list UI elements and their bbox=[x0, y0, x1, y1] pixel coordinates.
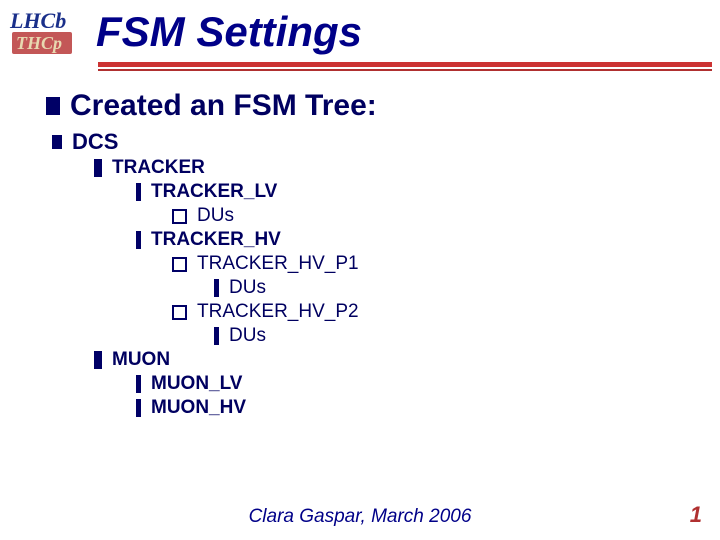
tree-node-tracker-lv-dus: DUs bbox=[46, 205, 720, 227]
bullet-icon bbox=[136, 231, 141, 249]
heading-created-fsm-tree: Created an FSM Tree: bbox=[46, 89, 720, 123]
tree-node-tracker-hv-p2-dus: DUs bbox=[46, 325, 720, 347]
tree-label: TRACKER_LV bbox=[151, 181, 277, 203]
heading-text: Created an FSM Tree: bbox=[70, 89, 377, 123]
bullet-icon bbox=[214, 279, 219, 297]
bullet-icon bbox=[94, 351, 102, 369]
lhcb-logo: LHCb THCp bbox=[8, 6, 86, 58]
tree-node-dcs: DCS bbox=[46, 129, 720, 155]
tree-label: MUON_LV bbox=[151, 373, 242, 395]
bullet-icon bbox=[52, 135, 62, 149]
tree-node-tracker-hv-p1: TRACKER_HV_P1 bbox=[46, 253, 720, 275]
tree-label: DCS bbox=[72, 129, 118, 155]
tree-label: DUs bbox=[197, 205, 234, 227]
bullet-icon bbox=[46, 97, 60, 115]
bullet-icon bbox=[172, 257, 187, 272]
tree-label: TRACKER bbox=[112, 157, 205, 179]
bullet-icon bbox=[136, 375, 141, 393]
tree-label: TRACKER_HV bbox=[151, 229, 281, 251]
page-number: 1 bbox=[690, 502, 702, 528]
logo-top-text: LHCb bbox=[9, 8, 66, 33]
footer-author-date: Clara Gaspar, March 2006 bbox=[0, 506, 720, 528]
tree-node-tracker: TRACKER bbox=[46, 157, 720, 179]
tree-node-tracker-hv-p2: TRACKER_HV_P2 bbox=[46, 301, 720, 323]
title-row: LHCb THCp FSM Settings bbox=[0, 0, 720, 58]
slide: LHCb THCp FSM Settings Created an FSM Tr… bbox=[0, 0, 720, 540]
bullet-icon bbox=[136, 183, 141, 201]
tree-label: DUs bbox=[229, 277, 266, 299]
logo-sub-text: THCp bbox=[16, 33, 62, 53]
bullet-icon bbox=[172, 209, 187, 224]
tree-label: TRACKER_HV_P1 bbox=[197, 253, 359, 275]
tree-node-tracker-lv: TRACKER_LV bbox=[46, 181, 720, 203]
slide-title: FSM Settings bbox=[96, 8, 362, 56]
tree-node-muon-lv: MUON_LV bbox=[46, 373, 720, 395]
tree-node-tracker-hv: TRACKER_HV bbox=[46, 229, 720, 251]
tree-label: MUON_HV bbox=[151, 397, 246, 419]
bullet-icon bbox=[214, 327, 219, 345]
tree-node-muon-hv: MUON_HV bbox=[46, 397, 720, 419]
tree-label: MUON bbox=[112, 349, 170, 371]
content: Created an FSM Tree: DCS TRACKER TRACKER… bbox=[0, 71, 720, 419]
bullet-icon bbox=[136, 399, 141, 417]
bullet-icon bbox=[172, 305, 187, 320]
bullet-icon bbox=[94, 159, 102, 177]
tree-label: TRACKER_HV_P2 bbox=[197, 301, 359, 323]
tree-label: DUs bbox=[229, 325, 266, 347]
tree-node-muon: MUON bbox=[46, 349, 720, 371]
tree-node-tracker-hv-p1-dus: DUs bbox=[46, 277, 720, 299]
accent-underline bbox=[98, 62, 712, 71]
